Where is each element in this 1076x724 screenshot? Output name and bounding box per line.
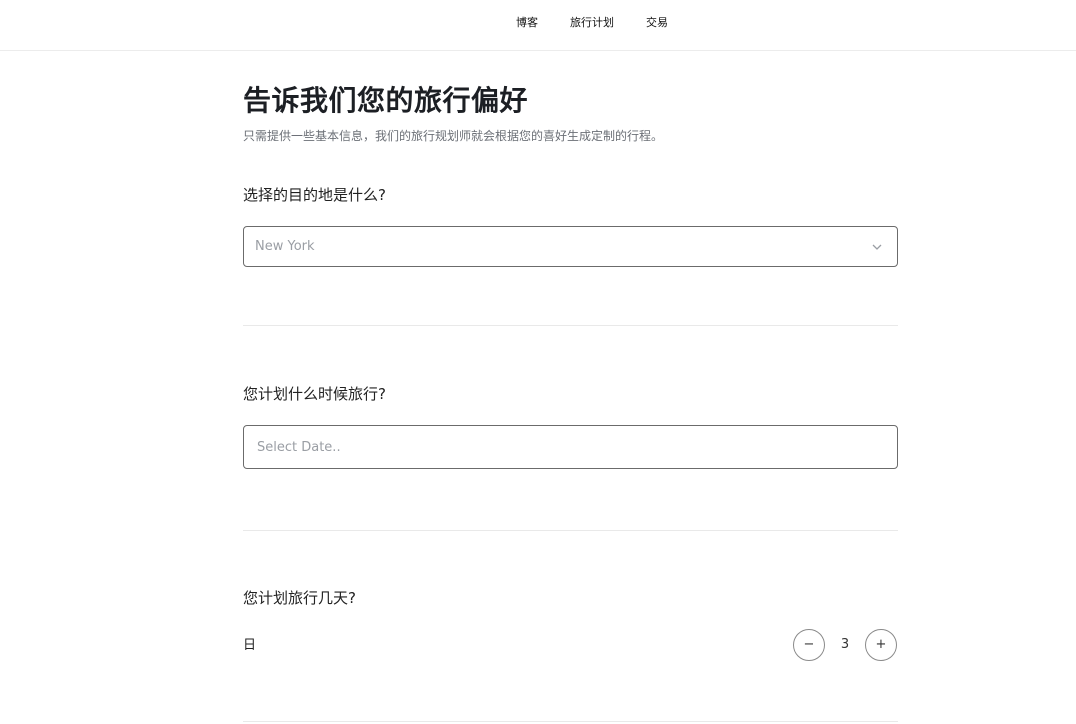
date-input[interactable] [243, 425, 898, 469]
date-question: 您计划什么时候旅行? [243, 385, 386, 403]
destination-selected-value: New York [255, 239, 315, 254]
destination-question: 选择的目的地是什么? [243, 186, 386, 204]
days-stepper: − 3 + [793, 629, 898, 663]
days-unit-label: 日 [243, 638, 257, 653]
page-subtitle: 只需提供一些基本信息，我们的旅行规划师就会根据您的喜好生成定制的行程。 [243, 129, 664, 143]
page-title: 告诉我们您的旅行偏好 [243, 84, 529, 117]
nav-link-blog[interactable]: 博客 [516, 15, 538, 31]
nav-links: 博客 旅行计划 交易 [516, 15, 668, 31]
destination-select[interactable]: New York [243, 226, 898, 267]
section-divider [243, 325, 898, 326]
chevron-down-icon [872, 244, 882, 250]
top-navigation: 博客 旅行计划 交易 [0, 0, 1076, 51]
duration-question: 您计划旅行几天? [243, 589, 356, 607]
nav-link-travel-plan[interactable]: 旅行计划 [570, 15, 614, 31]
nav-link-deals[interactable]: 交易 [646, 15, 668, 31]
section-divider [243, 721, 898, 722]
decrease-days-button[interactable]: − [793, 629, 825, 661]
increase-days-button[interactable]: + [865, 629, 897, 661]
section-divider [243, 530, 898, 531]
days-value: 3 [840, 637, 850, 652]
